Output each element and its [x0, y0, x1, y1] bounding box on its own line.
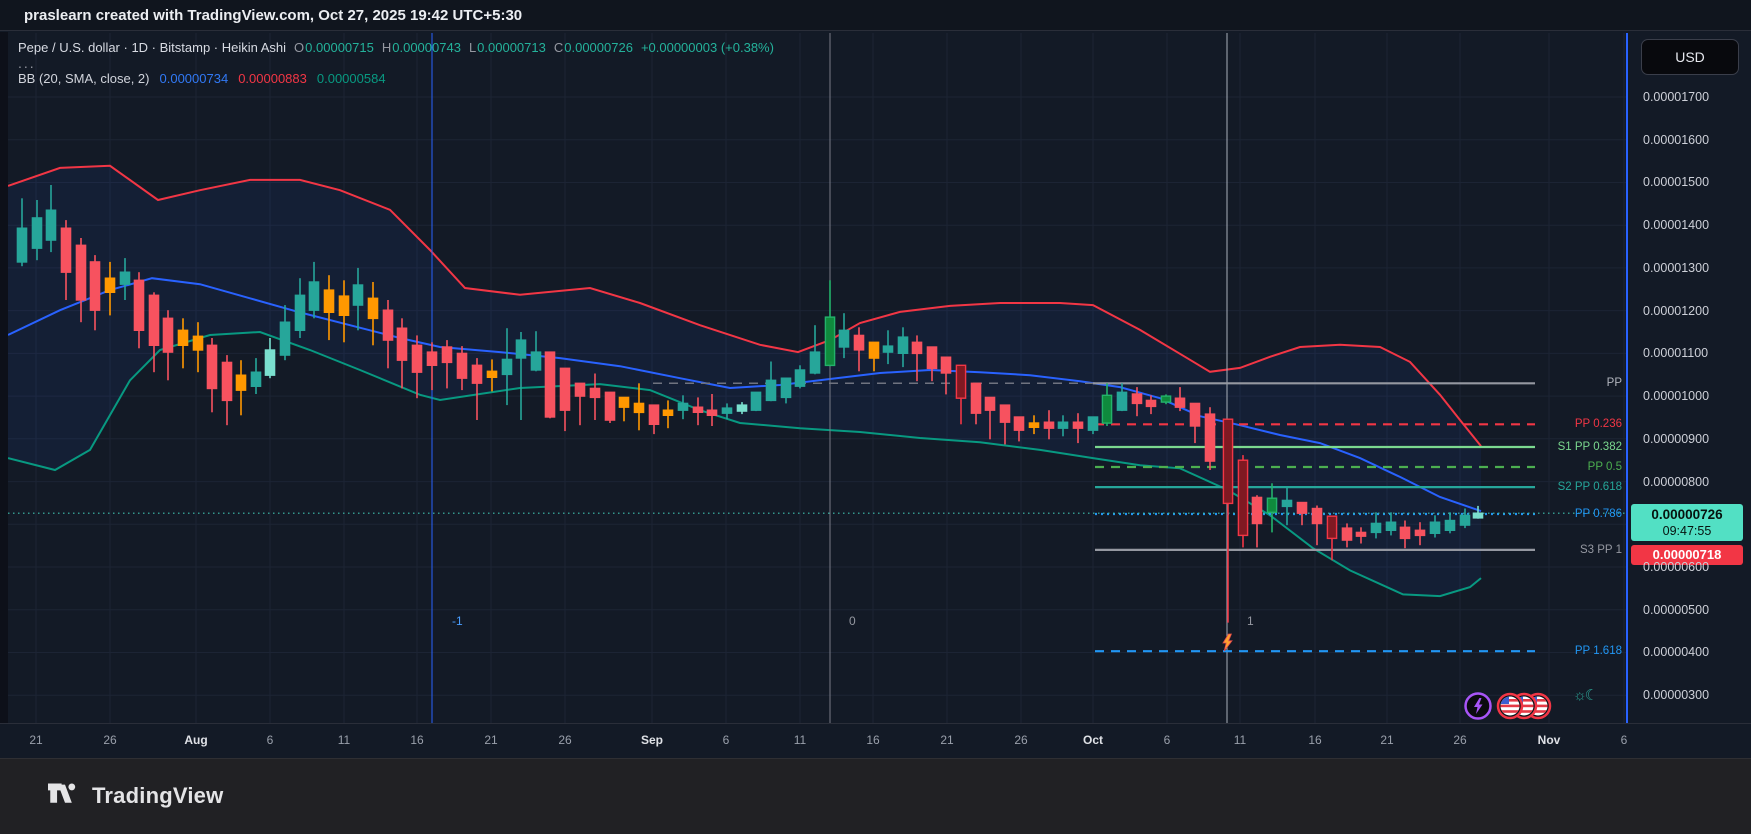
time-axis-label: Nov: [1537, 733, 1561, 747]
time-axis-label: 21: [1380, 733, 1394, 747]
tradingview-logo[interactable]: TradingView: [48, 783, 223, 809]
time-axis-label: 26: [1453, 733, 1467, 747]
chart-legend: Pepe / U.S. dollar · 1D · Bitstamp · Hei…: [18, 40, 774, 89]
bb-value: 0.00000734: [159, 71, 229, 86]
price-axis-label: 0.00001300: [1643, 261, 1710, 275]
ohlc-key: O: [294, 40, 305, 55]
ohlc-value: 0.00000726: [564, 40, 633, 55]
time-axis-label: Aug: [184, 733, 208, 747]
symbol-title[interactable]: Pepe / U.S. dollar · 1D · Bitstamp · Hei…: [18, 40, 286, 55]
pivot-level-label: PP 1.618: [1574, 645, 1622, 657]
legend-more-button[interactable]: ...: [18, 56, 774, 70]
time-axis-label: 16: [1308, 733, 1322, 747]
event-line-label: -1: [452, 614, 463, 628]
bb-value: 0.00000584: [316, 71, 386, 86]
price-axis-label: 0.00000500: [1643, 603, 1710, 617]
price-axis-label: 0.00000600: [1643, 560, 1710, 574]
time-axis-label: 21: [29, 733, 43, 747]
pivot-level-label: S2 PP 0.618: [1557, 481, 1622, 493]
time-axis-label: Oct: [1082, 733, 1104, 747]
bar-countdown: 09:47:55: [1662, 524, 1712, 538]
price-axis-label: 0.00001200: [1643, 304, 1710, 318]
time-axis-label: Sep: [640, 733, 664, 747]
left-gutter: [0, 32, 8, 723]
price-axis-label: 0.00001500: [1643, 175, 1710, 189]
time-axis-label: 26: [1014, 733, 1028, 747]
price-axis-label: 0.00000400: [1643, 645, 1710, 659]
legend-symbol-row[interactable]: Pepe / U.S. dollar · 1D · Bitstamp · Hei…: [18, 40, 774, 55]
time-axis-label: 26: [103, 733, 117, 747]
price-axis-label: 0.00000900: [1643, 432, 1710, 446]
change-value: +0.00000003 (+0.38%): [640, 40, 774, 55]
bb-indicator-label[interactable]: BB (20, SMA, close, 2): [18, 71, 150, 86]
footer-bar: TradingView: [0, 758, 1751, 834]
bb-value: 0.00000883: [238, 71, 307, 86]
ohlc-value: 0.00000715: [305, 40, 374, 55]
time-axis-label: 6: [1620, 733, 1628, 747]
price-axis-label: 0.00001400: [1643, 218, 1710, 232]
last-price-value: 0.00000726: [1651, 507, 1723, 522]
event-line-label: 0: [849, 614, 856, 628]
ohlc-values: O0.00000715 H0.00000743 L0.00000713 C0.0000…: [286, 40, 774, 55]
price-axis-label: 0.00001700: [1643, 90, 1710, 104]
bb-values: 0.00000734 0.00000883 0.00000584: [150, 71, 386, 86]
pivot-level-label: S1 PP 0.382: [1557, 441, 1622, 453]
time-axis[interactable]: 21 26 Aug 6 11 16 21 26 Sep 6 11 16 21 26 Oct 6 11 16 21 26…: [0, 723, 1751, 759]
tradingview-logo-text: TradingView: [92, 783, 224, 808]
tradingview-logo-icon: [48, 783, 76, 803]
session-daynight-icon[interactable]: ☼☾: [1573, 686, 1598, 704]
time-axis-label: 11: [793, 733, 807, 747]
ohlc-key: C: [553, 40, 564, 55]
price-axis-label: 0.00001100: [1643, 346, 1709, 360]
price-axis-label: 0.00001600: [1643, 133, 1710, 147]
time-axis-label: 11: [337, 733, 351, 747]
ohlc-value: 0.00000713: [477, 40, 546, 55]
watermark: praslearn created with TradingView.com, …: [0, 0, 1751, 31]
time-axis-label: 6: [1163, 733, 1171, 747]
ohlc-key: L: [468, 40, 477, 55]
time-axis-label: 16: [410, 733, 424, 747]
time-axis-label: 6: [266, 733, 274, 747]
time-axis-label: 11: [1233, 733, 1247, 747]
time-axis-label: 26: [558, 733, 572, 747]
tradingview-chart-page: praslearn created with TradingView.com, …: [0, 0, 1751, 834]
time-axis-label: 6: [722, 733, 730, 747]
ohlc-key: H: [381, 40, 392, 55]
pivot-level-label: PP 0.236: [1574, 418, 1622, 430]
last-price-badge: 0.00000726 09:47:55: [1631, 504, 1743, 541]
time-axis-label: 21: [940, 733, 954, 747]
ohlc-value: 0.00000743: [392, 40, 461, 55]
legend-bb-row[interactable]: BB (20, SMA, close, 2) 0.00000734 0.000008…: [18, 71, 774, 86]
price-axis-label: 0.00001000: [1643, 389, 1710, 403]
price-axis-label: 0.00000300: [1643, 688, 1710, 702]
pivot-level-label: PP 0.786: [1574, 508, 1622, 520]
power-outage-event-icon[interactable]: [1463, 691, 1493, 721]
pivot-level-label: PP 0.5: [1587, 461, 1622, 473]
us-holiday-event-icons[interactable]: [1495, 691, 1553, 721]
event-line-label: 1: [1247, 614, 1254, 628]
pivot-level-label: PP: [1606, 377, 1622, 389]
time-axis-label: 21: [484, 733, 498, 747]
watermark-text: praslearn created with TradingView.com, …: [24, 7, 523, 24]
pivot-level-label: S3 PP 1: [1580, 544, 1622, 556]
time-axis-label: 16: [866, 733, 880, 747]
event-marker-icons: [1463, 691, 1553, 721]
price-axis-label: 0.00000800: [1643, 475, 1710, 489]
currency-toggle-button[interactable]: USD: [1641, 39, 1739, 75]
